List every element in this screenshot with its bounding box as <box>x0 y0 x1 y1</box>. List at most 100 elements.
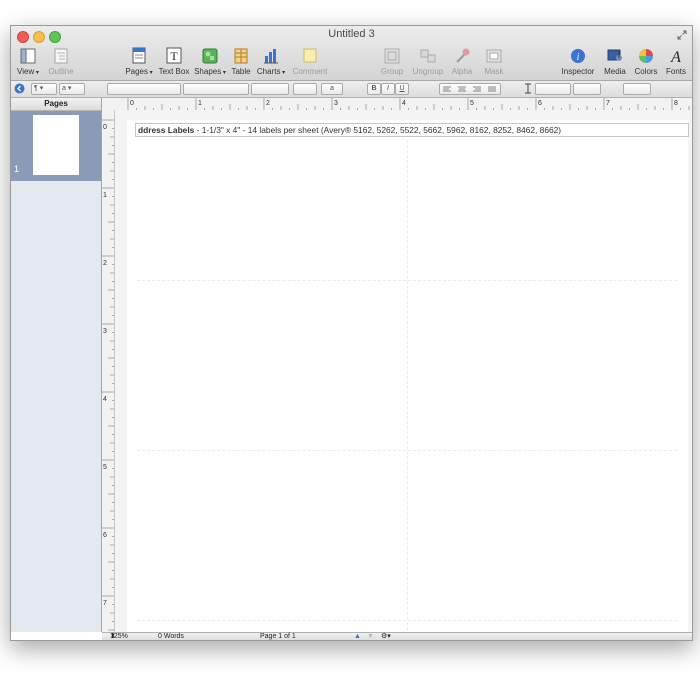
pages-sidebar: Pages 1 <box>11 98 102 632</box>
ruler-number: 5 <box>103 464 107 471</box>
ruler-number: 7 <box>606 100 610 107</box>
table-icon <box>234 48 248 64</box>
inspector-info-icon: i <box>571 49 585 63</box>
mask-label: Mask <box>484 67 504 76</box>
label-template-title: ddress Labels <box>138 125 195 135</box>
ruler-number: 4 <box>103 396 107 403</box>
ruler-number: 3 <box>103 328 107 335</box>
font-family-popup[interactable] <box>107 83 181 95</box>
ruler-number: 2 <box>266 100 270 107</box>
word-count[interactable]: 0 Words <box>158 633 184 640</box>
zoom-popup[interactable]: 125% ⬍ <box>110 633 128 640</box>
media-icon <box>607 49 622 61</box>
outline-button[interactable]: Outline <box>41 46 81 76</box>
menu-caret-icon: ▾ <box>280 70 286 76</box>
charts-icon <box>264 49 278 64</box>
shapes-icon <box>202 48 218 64</box>
text-box-button[interactable]: T Text Box <box>154 46 194 76</box>
outline-label: Outline <box>48 67 74 76</box>
page-thumbnail-number: 1 <box>14 164 20 174</box>
bold-button[interactable]: B <box>367 83 381 95</box>
line-spacing-icon[interactable] <box>523 83 533 94</box>
text-color-well[interactable] <box>293 83 317 95</box>
ruler-number: 8 <box>674 100 678 107</box>
pages-button[interactable]: Pages ▾ <box>119 46 159 76</box>
pages-icon <box>132 47 146 64</box>
label-row-guide <box>137 620 677 621</box>
ruler-number: 0 <box>130 100 134 107</box>
text-box-icon: T <box>166 47 182 64</box>
label-template-description: - 1-1/3" x 4" - 14 labels per sheet (Ave… <box>194 125 562 135</box>
alpha-wand-icon <box>456 48 470 63</box>
mask-button[interactable]: Mask <box>474 46 514 76</box>
next-page-arrow-icon[interactable]: ▼ <box>367 633 374 640</box>
charts-button[interactable]: Charts ▾ <box>251 46 291 76</box>
ruler-number: 4 <box>402 100 406 107</box>
status-bar: 125% ⬍ 0 Words Page 1 of 1 ▲ ▼ ⚙▾ <box>102 632 692 640</box>
page-indicator: Page 1 of 1 <box>260 633 296 640</box>
label-row-guide <box>137 450 677 451</box>
group-icon <box>384 48 400 64</box>
menu-caret-icon: ▾ <box>148 70 153 76</box>
view-icon <box>20 48 36 64</box>
page-thumbnail-image <box>33 115 79 175</box>
ruler-number: 6 <box>103 532 107 539</box>
comment-button[interactable]: Comment <box>290 46 330 76</box>
pages-window: Untitled 3 View ▾ Outline Pages ▾ T Text… <box>10 25 693 641</box>
document-page[interactable]: ddress Labels - 1-1/3" x 4" - 14 labels … <box>127 120 689 640</box>
styles-drawer-icon[interactable] <box>14 83 25 94</box>
svg-text:A: A <box>670 49 681 66</box>
font-typeface-popup[interactable] <box>183 83 249 95</box>
fonts-label: Fonts <box>665 67 686 76</box>
outline-icon <box>54 48 68 64</box>
format-bar: ¶ ▾ a ▾ a B I U <box>11 81 692 98</box>
inspector-button[interactable]: i Inspector <box>558 46 598 76</box>
ruler-number: 5 <box>470 100 474 107</box>
color-wheel-icon <box>639 49 653 63</box>
previous-page-arrow-icon[interactable]: ▲ <box>354 633 361 640</box>
svg-text:i: i <box>577 52 580 63</box>
alignment-buttons[interactable] <box>439 83 501 95</box>
gear-icon[interactable]: ⚙▾ <box>381 633 391 640</box>
fonts-button[interactable]: A Fonts <box>656 46 692 76</box>
page-thumbnail-selected[interactable]: 1 <box>11 111 101 181</box>
text-color-button[interactable]: a <box>321 83 343 95</box>
label-column-guide <box>407 140 408 640</box>
ruler-number: 6 <box>538 100 542 107</box>
fonts-icon: A <box>670 49 681 66</box>
label-row-guide <box>137 280 677 281</box>
align-icons <box>443 86 496 92</box>
list-style-popup[interactable] <box>623 83 651 95</box>
charts-label: Charts ▾ <box>256 67 286 76</box>
line-spacing-popup[interactable] <box>535 83 571 95</box>
ruler-number: 2 <box>103 260 107 267</box>
svg-text:T: T <box>170 49 178 63</box>
comment-label: Comment <box>292 67 328 76</box>
ruler-number: 3 <box>334 100 338 107</box>
title-toolbar: Untitled 3 View ▾ Outline Pages ▾ T Text… <box>11 26 692 81</box>
inspector-label: Inspector <box>561 67 595 76</box>
italic-button[interactable]: I <box>381 83 395 95</box>
group-label: Group <box>380 67 404 76</box>
window-title: Untitled 3 <box>328 28 375 40</box>
menu-caret-icon: ▾ <box>34 70 39 76</box>
group-button[interactable]: Group <box>372 46 412 76</box>
ruler-number: 1 <box>198 100 202 107</box>
paragraph-style-popup[interactable]: ¶ ▾ <box>31 83 57 95</box>
ruler-number: 7 <box>103 600 107 607</box>
font-size-field[interactable] <box>251 83 289 95</box>
columns-popup[interactable] <box>573 83 601 95</box>
fullscreen-icon[interactable] <box>677 30 687 40</box>
character-style-popup[interactable]: a ▾ <box>59 83 85 95</box>
label-template-text[interactable]: ddress Labels - 1-1/3" x 4" - 14 labels … <box>135 123 689 137</box>
underline-button[interactable]: U <box>395 83 409 95</box>
vertical-ruler-ticks: 0 1 2 3 4 5 6 7 <box>102 119 114 631</box>
mask-icon <box>486 49 502 63</box>
ungroup-icon <box>420 49 436 63</box>
text-box-label: Text Box <box>158 67 190 76</box>
comment-icon <box>303 48 317 63</box>
pages-label: Pages ▾ <box>125 67 153 76</box>
document-canvas[interactable]: ddress Labels - 1-1/3" x 4" - 14 labels … <box>115 110 692 640</box>
ruler-number: 1 <box>103 192 107 199</box>
vertical-ruler[interactable]: 0 1 2 3 4 5 6 7 <box>102 110 115 632</box>
